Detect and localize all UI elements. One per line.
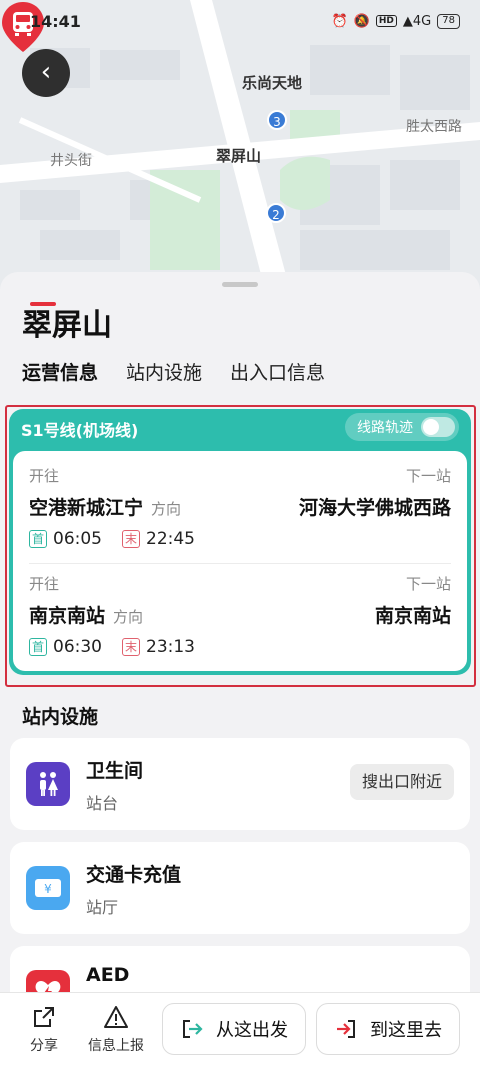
service-times: 首 06:05 末 22:45 (29, 529, 195, 549)
map-station-label: 翠屏山 (216, 147, 262, 165)
map-poi-label: 乐尚天地 (242, 74, 303, 92)
status-bar: 14:41 ⏰ 🔕 HD ▲4G 78 (0, 0, 480, 42)
share-label: 分享 (30, 1038, 58, 1054)
direction-word: 方向 (151, 500, 182, 518)
next-station: 河海大学佛城西路 (298, 497, 451, 519)
svg-text:¥: ¥ (44, 882, 52, 896)
exit-marker-2[interactable]: 2 (266, 203, 286, 223)
first-train-tag: 首 (29, 530, 47, 548)
depart-label: 从这出发 (216, 1020, 288, 1041)
last-train-time: 22:45 (146, 529, 195, 549)
toward-label: 开往 (29, 467, 60, 485)
map-road-label-east: 胜太西路 (406, 119, 462, 135)
back-button[interactable]: ‹ (22, 49, 70, 97)
share-icon (34, 1007, 54, 1027)
station-sheet: 翠屏山 运营信息 站内设施 出入口信息 S1号线(机场线) 线路轨迹 开往 下一… (0, 272, 480, 1067)
report-button[interactable]: 信息上报 (88, 1005, 144, 1055)
destination: 南京南站 方向 (29, 601, 143, 628)
depart-from-here-button[interactable]: 从这出发 (162, 1003, 306, 1055)
next-station: 南京南站 (374, 605, 451, 627)
arrive-label: 到这里去 (370, 1020, 442, 1041)
restroom-icon (26, 762, 70, 806)
map-view[interactable]: 乐尚天地 胜太西路 井头街 翠屏山 3 2 (0, 0, 480, 290)
facility-card-restroom[interactable]: 卫生间 站台 搜出口附近 (10, 738, 470, 830)
facility-name: AED (86, 964, 130, 986)
warning-icon (104, 1006, 128, 1028)
next-stop-label: 下一站 (405, 575, 451, 593)
transit-card-icon: ¥ (26, 866, 70, 910)
bottom-action-bar: 分享 信息上报 从这出发 到这里去 (0, 992, 480, 1067)
report-label: 信息上报 (88, 1038, 144, 1054)
divider (29, 563, 451, 564)
share-button[interactable]: 分享 (30, 1005, 58, 1055)
map-road-label-west: 井头街 (50, 153, 92, 169)
direction-word: 方向 (113, 608, 144, 626)
sheet-drag-handle[interactable] (222, 282, 258, 287)
battery-icon: 78 (437, 13, 460, 29)
hd-icon: HD (375, 15, 397, 27)
signal-icon: ▲4G (402, 13, 432, 29)
chevron-left-icon: ‹ (40, 56, 52, 87)
facility-card-card-recharge[interactable]: ¥ 交通卡充值 站厅 (10, 842, 470, 934)
facility-location: 站台 (86, 794, 119, 813)
tab-entrance-info[interactable]: 出入口信息 (230, 358, 325, 385)
direction-item[interactable]: 开往 下一站 空港新城江宁 方向 河海大学佛城西路 首 06:05 末 22:45 (29, 465, 451, 565)
active-tab-indicator (30, 302, 56, 306)
direction-list: 开往 下一站 空港新城江宁 方向 河海大学佛城西路 首 06:05 末 22:45… (13, 451, 467, 671)
facility-name: 卫生间 (86, 760, 144, 782)
switch-knob (423, 419, 439, 435)
last-train-tag: 末 (122, 530, 140, 548)
last-train-tag: 末 (122, 638, 140, 656)
last-train-time: 23:13 (146, 637, 195, 657)
destination-name: 空港新城江宁 (29, 497, 144, 519)
destination: 空港新城江宁 方向 (29, 493, 181, 520)
facilities-section-title: 站内设施 (22, 706, 99, 728)
tab-station-facilities[interactable]: 站内设施 (126, 358, 202, 385)
depart-icon (183, 1020, 203, 1038)
line-card: S1号线(机场线) 线路轨迹 开往 下一站 空港新城江宁 方向 河海大学佛城西路 … (9, 409, 471, 675)
track-toggle[interactable]: 线路轨迹 (345, 413, 459, 441)
next-stop-label: 下一站 (405, 467, 451, 485)
first-train-tag: 首 (29, 638, 47, 656)
search-near-exit-button[interactable]: 搜出口附近 (349, 764, 454, 800)
tab-operation-info[interactable]: 运营信息 (22, 358, 98, 385)
track-switch[interactable] (421, 417, 455, 437)
network-type: 4G (412, 13, 432, 29)
mute-icon: 🔕 (353, 13, 370, 29)
first-train-time: 06:30 (53, 637, 102, 657)
facility-name: 交通卡充值 (86, 864, 182, 886)
facility-location: 站厅 (86, 898, 119, 917)
first-train-time: 06:05 (53, 529, 102, 549)
direction-item[interactable]: 开往 下一站 南京南站 方向 南京南站 首 06:30 末 23:13 (29, 573, 451, 673)
tab-bar: 运营信息 站内设施 出入口信息 (22, 358, 325, 385)
status-time: 14:41 (30, 11, 81, 31)
arrive-icon (337, 1020, 355, 1038)
toward-label: 开往 (29, 575, 60, 593)
destination-name: 南京南站 (29, 605, 106, 627)
status-icons: ⏰ 🔕 HD ▲4G 78 (331, 13, 460, 29)
service-times: 首 06:30 末 23:13 (29, 637, 195, 657)
go-here-button[interactable]: 到这里去 (316, 1003, 460, 1055)
exit-marker-3[interactable]: 3 (267, 110, 287, 130)
station-title: 翠屏山 (22, 308, 112, 343)
line-name: S1号线(机场线) (21, 421, 139, 440)
track-toggle-label: 线路轨迹 (357, 420, 413, 436)
alarm-icon: ⏰ (331, 13, 348, 29)
